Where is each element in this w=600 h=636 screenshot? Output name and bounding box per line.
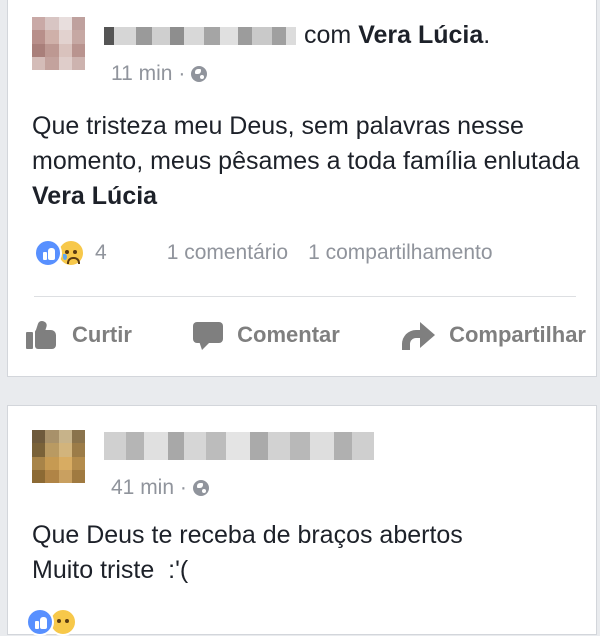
with-prefix: com xyxy=(304,21,352,49)
post-text-main: Que tristeza meu Deus, sem palavras ness… xyxy=(32,112,580,175)
shares-count-link[interactable]: 1 compartilhamento xyxy=(308,241,492,265)
speech-bubble-icon xyxy=(193,320,224,350)
like-icon xyxy=(26,608,54,636)
meta-separator: · xyxy=(178,62,186,85)
reaction-count: 4 xyxy=(95,241,107,264)
post-text-tagged-link[interactable]: Vera Lúcia xyxy=(32,182,157,210)
like-icon xyxy=(34,239,62,267)
globe-icon xyxy=(192,480,209,496)
like-button[interactable]: Curtir xyxy=(26,319,132,349)
reactions-summary[interactable]: 4 xyxy=(34,239,107,267)
share-arrow-icon xyxy=(401,321,436,350)
share-button-label: Compartilhar xyxy=(449,322,586,347)
like-button-label: Curtir xyxy=(72,322,132,347)
blurred-author-name[interactable] xyxy=(104,26,296,45)
divider xyxy=(34,296,576,297)
globe-icon xyxy=(191,66,208,82)
post-card-1: com Vera Lúcia. 11 min · Que tristeza me… xyxy=(7,0,597,377)
post-meta: 11 min · xyxy=(111,62,208,86)
tagged-person-link[interactable]: Vera Lúcia xyxy=(358,21,483,50)
post-card-2: 41 min · Que Deus te receba de braços ab… xyxy=(7,405,597,635)
post-text-line-1: Que Deus te receba de braços abertos xyxy=(32,521,463,549)
comment-button[interactable]: Comentar xyxy=(193,320,340,350)
avatar[interactable] xyxy=(32,430,85,483)
post-stats: 4 1 comentário 1 compartilhamento xyxy=(34,235,576,271)
share-button[interactable]: Compartilhar xyxy=(401,321,586,350)
meta-separator: · xyxy=(179,476,187,499)
post-timestamp[interactable]: 11 min xyxy=(111,62,172,86)
comments-count-link[interactable]: 1 comentário xyxy=(167,241,288,265)
reactions-summary-partial[interactable] xyxy=(26,608,77,636)
comment-button-label: Comentar xyxy=(237,322,340,347)
blurred-author-name[interactable] xyxy=(104,432,374,460)
post-actions: Curtir Comentar Compartilhar xyxy=(26,315,586,355)
post-header xyxy=(104,432,382,460)
post-meta: 41 min · xyxy=(111,476,209,500)
post-timestamp[interactable]: 41 min xyxy=(111,476,174,500)
thumbs-up-icon xyxy=(26,319,58,349)
avatar[interactable] xyxy=(32,17,85,70)
post-text-line-2: Muito triste :'( xyxy=(32,556,189,584)
post-header: com Vera Lúcia. xyxy=(104,21,490,50)
post-text: Que Deus te receba de braços abertos Mui… xyxy=(32,518,582,588)
post-text: Que tristeza meu Deus, sem palavras ness… xyxy=(32,109,582,214)
tagged-suffix: . xyxy=(483,21,491,49)
